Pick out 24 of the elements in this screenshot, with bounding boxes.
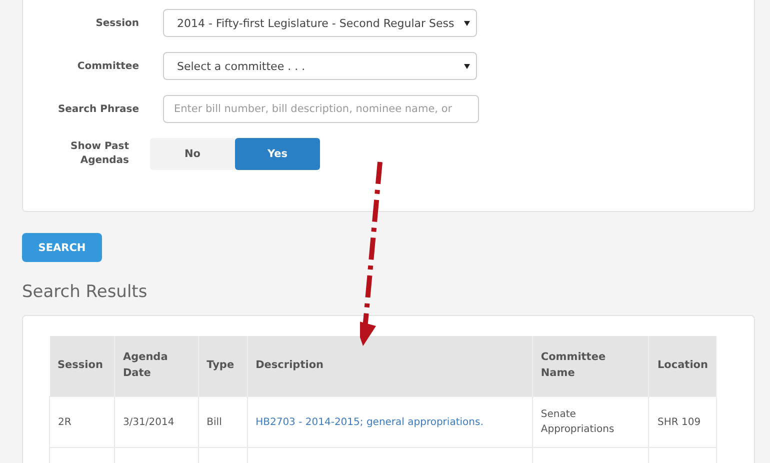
section-heading: Search Results xyxy=(22,282,148,302)
toggle-option[interactable]: Yes xyxy=(235,138,320,170)
column-header: Agenda Date xyxy=(114,336,198,396)
column-header: Description xyxy=(247,336,532,396)
table-cell: 2R xyxy=(50,396,114,448)
dropdown[interactable]: Select a committee . . . xyxy=(163,52,477,80)
column-header: Committee Name xyxy=(532,336,649,396)
table-cell: Senate Appropriations xyxy=(532,396,649,448)
column-header: Session xyxy=(50,336,114,396)
caret-icon xyxy=(464,64,470,68)
caret-icon xyxy=(464,20,470,26)
toggle-option[interactable]: No xyxy=(150,138,235,170)
table-cell: 3/31/2014 xyxy=(114,396,198,448)
search-phrase-field[interactable]: Enter bill number, bill description, nominee name, or xyxy=(163,95,479,123)
field-label: Session xyxy=(94,18,139,28)
field-label: Committee xyxy=(76,60,139,72)
table-cell: Bill xyxy=(198,396,248,448)
field-label: Show Past Agendas xyxy=(70,140,129,168)
column-header: Type xyxy=(198,336,248,396)
field-label: Search Phrase xyxy=(56,104,139,114)
column-header: Location xyxy=(648,336,716,396)
table-cell: SHR 109 xyxy=(648,396,716,448)
bill-link[interactable]: HB2703 - 2014-2015; general appropriations. xyxy=(256,416,484,428)
dropdown[interactable]: 2014 - Fifty-first Legislature - Second Regular Sess xyxy=(163,9,477,37)
